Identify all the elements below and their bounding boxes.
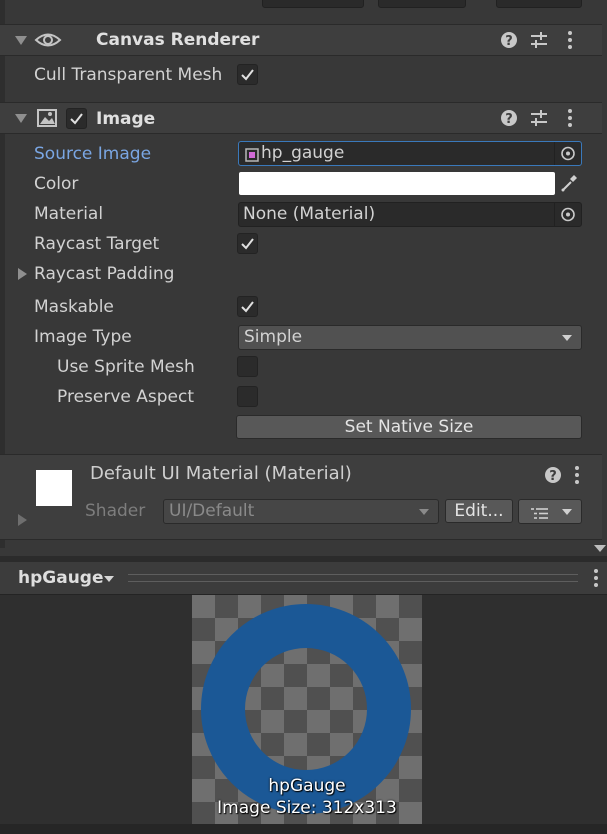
color-swatch[interactable] — [239, 172, 555, 195]
image-type-row: Image Type Simple — [0, 322, 596, 352]
preserve-aspect-row: Preserve Aspect — [0, 382, 596, 412]
raycast-target-row: Raycast Target — [0, 229, 596, 259]
shader-label: Shader — [85, 501, 146, 521]
material-field[interactable]: None (Material) — [238, 202, 582, 227]
shader-options-dropdown[interactable] — [518, 499, 582, 524]
image-title: Image — [96, 109, 156, 129]
material-preview-swatch — [36, 470, 72, 506]
help-icon[interactable]: ? — [499, 108, 519, 128]
image-type-dropdown[interactable]: Simple — [238, 325, 582, 350]
list-icon — [531, 505, 549, 525]
svg-text:?: ? — [505, 34, 513, 49]
set-native-size-button[interactable]: Set Native Size — [236, 415, 582, 439]
maskable-checkbox[interactable] — [237, 296, 258, 317]
material-title: Default UI Material (Material) — [90, 463, 352, 484]
raycast-target-checkbox[interactable] — [237, 233, 258, 254]
eye-icon — [34, 29, 62, 56]
source-image-label: Source Image — [34, 144, 152, 164]
use-sprite-mesh-label: Use Sprite Mesh — [57, 357, 195, 377]
scroll-down-arrow-icon[interactable] — [594, 545, 606, 552]
raycast-padding-row[interactable]: Raycast Padding — [0, 259, 596, 289]
material-label: Material — [34, 204, 104, 224]
scale-row-cutoff — [0, 0, 602, 8]
image-type-label: Image Type — [34, 327, 132, 347]
preview-header: hpGauge — [0, 562, 607, 595]
kebab-menu-icon[interactable] — [586, 568, 606, 588]
svg-text:?: ? — [549, 469, 557, 484]
image-enabled-checkbox[interactable] — [66, 108, 87, 129]
image-type-value: Simple — [244, 327, 303, 347]
preserve-aspect-checkbox[interactable] — [237, 386, 258, 407]
canvas-renderer-title: Canvas Renderer — [96, 30, 260, 50]
maskable-row: Maskable — [0, 292, 596, 322]
source-image-value: hp_gauge — [261, 143, 345, 163]
canvas-renderer-header[interactable]: Canvas Renderer ? — [0, 24, 602, 56]
color-label: Color — [34, 174, 79, 194]
material-section: Default UI Material (Material) ? Shader … — [0, 454, 602, 540]
preset-sliders-icon[interactable] — [529, 30, 549, 50]
material-row: Material None (Material) — [0, 199, 596, 229]
help-icon[interactable]: ? — [499, 30, 519, 50]
raycast-target-label: Raycast Target — [34, 234, 160, 254]
eyedropper-icon[interactable] — [558, 172, 580, 195]
preview-name-label: hpGauge — [268, 776, 346, 796]
svg-text:?: ? — [505, 112, 513, 127]
preview-area: hpGauge Image Size: 312x313 — [0, 595, 607, 824]
scale-field-x[interactable] — [262, 0, 364, 8]
sprite-icon — [245, 147, 259, 167]
help-icon[interactable]: ? — [543, 465, 563, 485]
object-picker-icon[interactable] — [554, 203, 581, 226]
source-image-row: Source Image hp_gauge — [0, 139, 596, 169]
image-component-icon — [36, 108, 58, 133]
raycast-padding-label: Raycast Padding — [34, 264, 175, 284]
preview-object-label: hpGauge — [18, 568, 104, 588]
chevron-down-icon[interactable] — [104, 576, 114, 582]
shader-dropdown[interactable]: UI/Default — [163, 499, 439, 524]
color-row: Color — [0, 169, 596, 199]
bottom-bar — [0, 824, 607, 834]
kebab-menu-icon[interactable] — [560, 108, 580, 128]
foldout-arrow-icon[interactable] — [18, 268, 27, 280]
chevron-down-icon — [562, 335, 572, 341]
cull-transparent-mesh-label: Cull Transparent Mesh — [34, 65, 223, 85]
kebab-menu-icon[interactable] — [560, 30, 580, 50]
cull-transparent-mesh-row: Cull Transparent Mesh — [0, 60, 596, 90]
scale-field-y[interactable] — [378, 0, 466, 8]
kebab-menu-icon[interactable] — [567, 465, 587, 485]
shader-edit-button[interactable]: Edit... — [445, 499, 513, 523]
material-value: None (Material) — [243, 204, 376, 224]
foldout-arrow-icon[interactable] — [18, 514, 27, 526]
scale-field-z[interactable] — [496, 0, 582, 8]
chevron-down-icon — [419, 509, 429, 515]
use-sprite-mesh-checkbox[interactable] — [237, 356, 258, 377]
foldout-arrow-icon[interactable] — [15, 36, 27, 45]
use-sprite-mesh-row: Use Sprite Mesh — [0, 352, 596, 382]
preserve-aspect-label: Preserve Aspect — [57, 387, 195, 407]
source-image-field[interactable]: hp_gauge — [238, 141, 582, 166]
preview-drag-handle[interactable] — [128, 574, 578, 582]
object-picker-icon[interactable] — [554, 142, 581, 165]
cull-transparent-mesh-checkbox[interactable] — [237, 64, 258, 85]
image-component-header[interactable]: Image ? — [0, 102, 602, 134]
preview-size-label: Image Size: 312x313 — [217, 798, 397, 818]
preset-sliders-icon[interactable] — [529, 108, 549, 128]
shader-value: UI/Default — [169, 501, 255, 521]
foldout-arrow-icon[interactable] — [15, 114, 27, 123]
maskable-label: Maskable — [34, 297, 114, 317]
preview-object-dropdown[interactable]: hpGauge — [18, 567, 104, 589]
chevron-down-icon — [562, 509, 572, 515]
